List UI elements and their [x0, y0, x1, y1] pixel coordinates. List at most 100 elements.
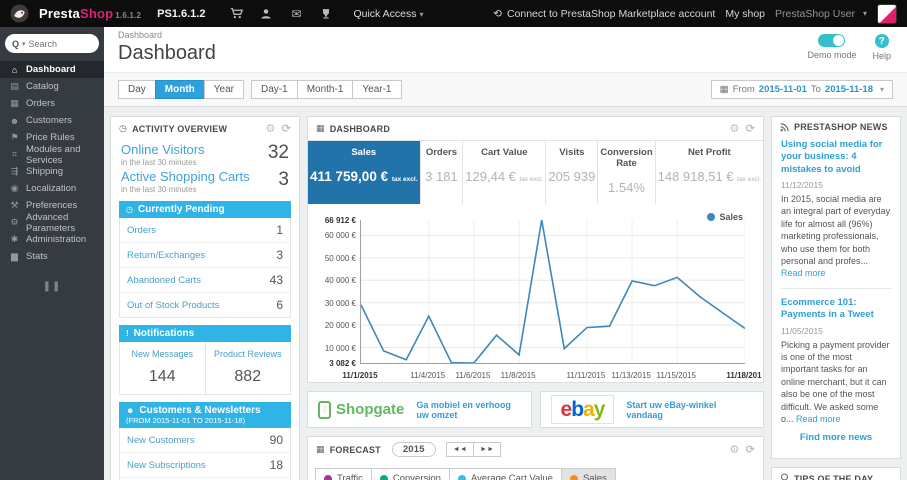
prestashop-logo[interactable] [10, 4, 29, 23]
sidebar-item-stats[interactable]: ▆ Stats [0, 248, 104, 265]
sidebar-item-shipping[interactable]: ⇶ Shipping [0, 163, 104, 180]
panel-title: DASHBOARD [329, 123, 391, 134]
kpi-orders[interactable]: Orders 3 181 [419, 141, 463, 204]
news-article: Ecommerce 101: Payments in a Tweet 11/05… [781, 296, 891, 424]
range-toolbar: Day Month Year Day-1 Month-1 Year-1 ▦ Fr… [104, 72, 907, 107]
search-scope-caret-icon[interactable]: ▾ [22, 40, 26, 48]
ebay-link[interactable]: Start uw eBay-winkel vandaag [626, 400, 753, 420]
search-icon: Q [12, 38, 20, 49]
returns-link[interactable]: Return/Exchanges [127, 250, 205, 261]
kpi-sales[interactable]: Sales 411 759,00 € tax excl. [308, 141, 420, 204]
new-messages-link[interactable]: New Messages [131, 349, 193, 359]
ebay-banner[interactable]: ebay Start uw eBay-winkel vandaag [539, 391, 764, 428]
sidebar-collapse-button[interactable]: ❚❚ [0, 281, 104, 292]
find-more-news-link[interactable]: Find more news [781, 425, 891, 452]
previous-icon[interactable]: ◄◄ [445, 442, 475, 457]
metric-label[interactable]: Online Visitors [121, 142, 205, 157]
y-axis-tick: 10 000 € [324, 343, 356, 353]
user-icon[interactable] [259, 7, 273, 21]
abandoned-carts-link[interactable]: Abandoned Carts [127, 275, 201, 286]
shopgate-link[interactable]: Ga mobiel en verhoog uw omzet [416, 400, 520, 420]
topbar: PrestaShop 1.6.1.2 PS1.6.1.2 ✉ Quick Acce… [0, 0, 907, 27]
next-icon[interactable]: ►► [473, 442, 502, 457]
range-day-button[interactable]: Day [118, 80, 156, 99]
gear-icon: ✱ [10, 234, 19, 244]
table-row: New Customers 90 [127, 433, 283, 447]
read-more-link[interactable]: Read more [781, 268, 826, 278]
tab-traffic[interactable]: Traffic [315, 468, 372, 480]
refresh-icon[interactable]: ⟳ [282, 122, 291, 135]
my-shop-link[interactable]: My shop [725, 8, 765, 20]
demo-mode-toggle[interactable] [818, 34, 846, 47]
bar-chart-icon: ▆ [11, 251, 18, 261]
bulb-icon [780, 473, 789, 480]
settings-icon[interactable]: ⚙ [266, 122, 276, 135]
cart-icon[interactable] [229, 7, 243, 21]
new-customers-link[interactable]: New Customers [127, 435, 195, 446]
table-row: Out of Stock Products 6 [120, 292, 290, 317]
refresh-icon[interactable]: ⟳ [746, 122, 755, 135]
range-month-button[interactable]: Month [154, 80, 205, 99]
settings-icon[interactable]: ⚙ [730, 443, 740, 456]
search-input[interactable] [28, 38, 81, 49]
product-reviews-link[interactable]: Product Reviews [214, 349, 282, 359]
kpi-visits[interactable]: Visits 205 939 [545, 141, 597, 204]
shopgate-banner[interactable]: Shopgate Ga mobiel en verhoog uw omzet [307, 391, 532, 428]
page-head: Dashboard Dashboard Demo mode ? Help [104, 27, 907, 72]
tab-sales[interactable]: Sales [560, 468, 616, 480]
sidebar-item-orders[interactable]: ▦ Orders [0, 95, 104, 112]
sidebar-item-customers[interactable]: ☻ Customers [0, 112, 104, 129]
y-axis-tick: 40 000 € [324, 276, 356, 286]
y-axis-tick: 20 000 € [324, 321, 356, 331]
mail-icon[interactable]: ✉ [289, 7, 303, 21]
user-menu[interactable]: PrestaShop User ▾ [775, 8, 867, 20]
x-axis-tick: 11/1/2015 [342, 371, 378, 380]
sidebar-item-modules-and-services[interactable]: ⌗ Modules and Services [0, 144, 104, 166]
tab-conversion[interactable]: Conversion [370, 468, 450, 480]
sidebar-item-dashboard[interactable]: ⌂ Dashboard [0, 61, 104, 78]
marketplace-link[interactable]: ⟲ Connect to PrestaShop Marketplace accou… [493, 8, 715, 20]
article-title-link[interactable]: Ecommerce 101: Payments in a Tweet [781, 297, 891, 322]
phone-icon [318, 400, 331, 419]
trophy-icon[interactable] [319, 7, 333, 21]
panel-title: PRESTASHOP NEWS [794, 122, 888, 132]
conversion-dot-icon [379, 474, 388, 480]
kpi-net-profit[interactable]: Net Profit 148 918,51 € tax excl. [654, 141, 763, 204]
settings-icon[interactable]: ⚙ [730, 122, 740, 135]
refresh-icon[interactable]: ⟳ [746, 443, 755, 456]
range-year-1-button[interactable]: Year-1 [352, 80, 402, 99]
range-year-button[interactable]: Year [203, 80, 245, 99]
range-day-1-button[interactable]: Day-1 [251, 80, 298, 99]
pending-orders-link[interactable]: Orders [127, 225, 156, 236]
sidebar-item-localization[interactable]: ◉ Localization [0, 180, 104, 197]
sidebar-search[interactable]: Q ▾ [5, 34, 99, 53]
breadcrumb[interactable]: Dashboard [118, 30, 893, 40]
forecast-year[interactable]: 2015 [391, 442, 436, 457]
out-of-stock-link[interactable]: Out of Stock Products [127, 300, 219, 311]
help-control: ? Help [872, 34, 891, 61]
tab-average-cart-value[interactable]: Average Cart Value [448, 468, 562, 480]
metric-label[interactable]: Active Shopping Carts [121, 169, 250, 184]
tag-icon: ⚑ [10, 132, 19, 142]
sidebar-item-advanced-parameters[interactable]: ⚙ Advanced Parameters [0, 212, 104, 234]
product-reviews-cell: Product Reviews 882 [204, 342, 291, 394]
average-cart-value-dot-icon [457, 474, 466, 480]
range-month-1-button[interactable]: Month-1 [296, 80, 354, 99]
sidebar-item-administration[interactable]: ✱ Administration [0, 231, 104, 248]
clock-icon: ◷ [126, 205, 133, 214]
calendar-icon: ▦ [719, 84, 729, 95]
chevron-down-icon: ▾ [419, 9, 424, 19]
customers-newsletters-section: ☻ Customers & Newsletters (FROM 2015-11-0… [119, 402, 291, 480]
sidebar-item-catalog[interactable]: ▤ Catalog [0, 78, 104, 95]
read-more-link[interactable]: Read more [796, 414, 841, 424]
kpi-cart-value[interactable]: Cart Value 129,44 € tax excl. [462, 141, 545, 204]
article-date: 11/05/2015 [781, 325, 823, 336]
new-subscriptions-link[interactable]: New Subscriptions [127, 460, 206, 471]
article-title-link[interactable]: Using social media for your business: 4 … [781, 139, 891, 176]
quick-access-menu[interactable]: Quick Access ▾ [353, 8, 423, 20]
kpi-conversion-rate[interactable]: Conversion Rate 1.54% [597, 141, 654, 204]
help-icon[interactable]: ? [874, 34, 889, 48]
date-range-picker[interactable]: ▦ From 2015-11-01 To 2015-11-18 ▾ [710, 80, 893, 99]
truck-icon: ⇶ [10, 166, 19, 176]
avatar[interactable] [877, 3, 897, 24]
